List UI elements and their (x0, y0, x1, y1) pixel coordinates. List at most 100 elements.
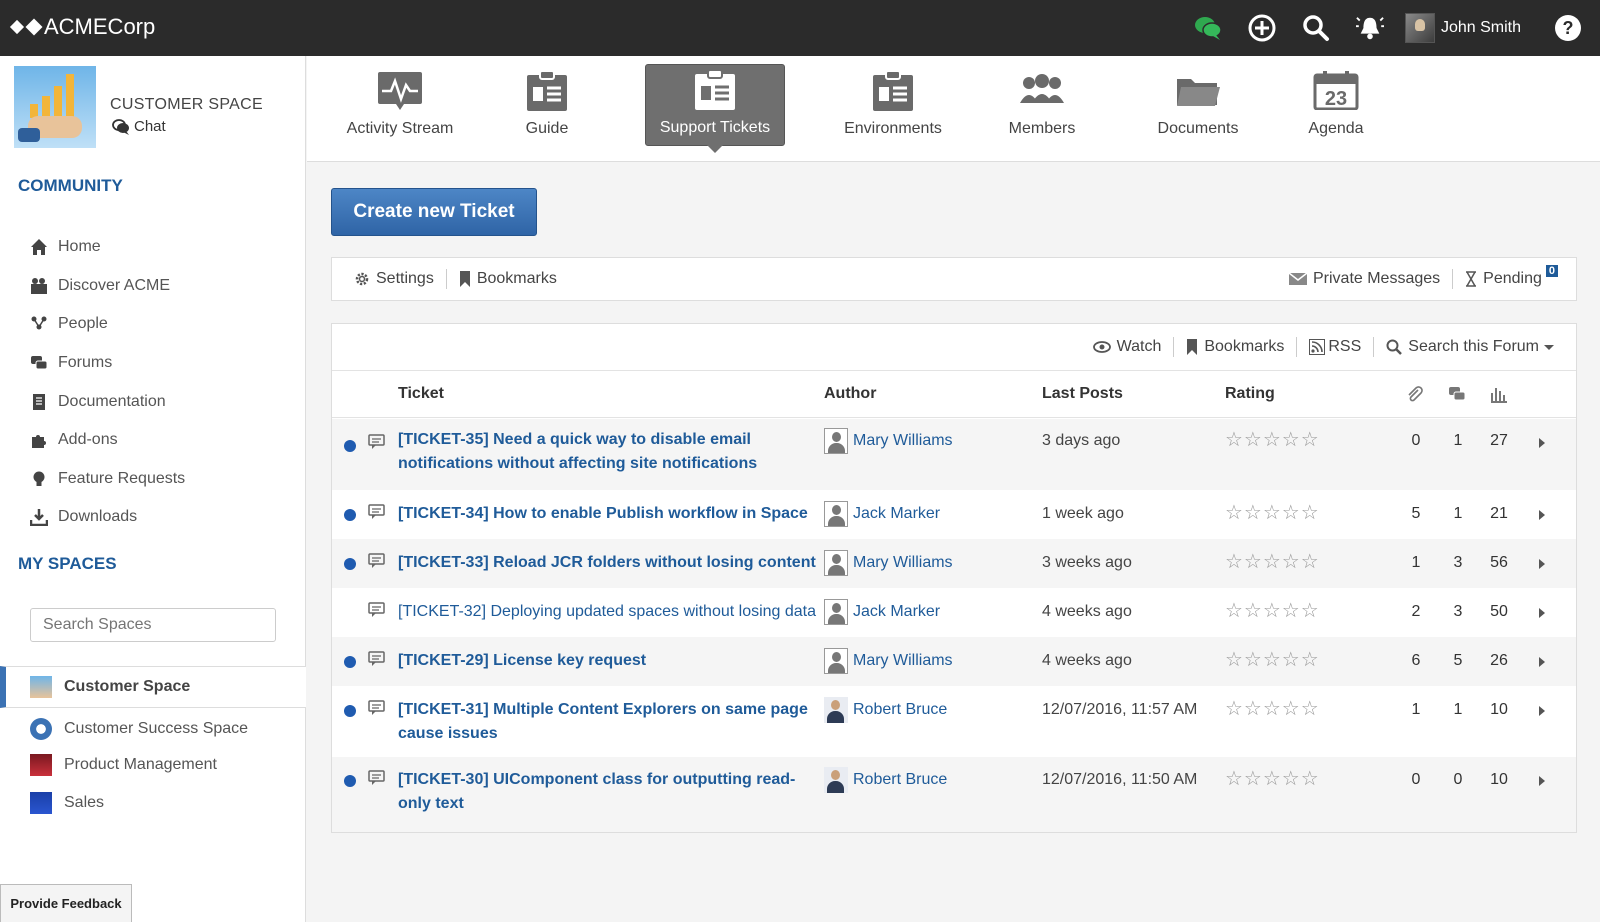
author-link[interactable]: Mary Williams (824, 428, 953, 454)
author-link[interactable]: Jack Marker (824, 599, 940, 625)
author-avatar (824, 501, 848, 527)
add-icon[interactable] (1248, 14, 1276, 42)
ticket-link[interactable]: [TICKET-31] Multiple Content Explorers o… (398, 698, 818, 746)
chevron-right-icon[interactable] (1539, 559, 1545, 569)
column-header-author[interactable]: Author (824, 385, 876, 403)
last-post-time: 3 days ago (1042, 432, 1121, 449)
chevron-right-icon[interactable] (1539, 776, 1545, 786)
ticket-link[interactable]: [TICKET-29] License key request (398, 649, 818, 673)
rating-stars[interactable]: ☆☆☆☆☆ (1225, 647, 1320, 672)
community-title: COMMUNITY (18, 176, 123, 195)
space-item-sales[interactable]: Sales (0, 782, 306, 824)
author-link[interactable]: Jack Marker (824, 501, 940, 527)
download-icon (30, 508, 48, 527)
space-chat-link[interactable]: Chat (112, 118, 166, 135)
watch-button[interactable]: Watch (1081, 338, 1174, 356)
tab-support-tickets[interactable]: Support Tickets (645, 64, 785, 153)
eye-icon (1092, 341, 1111, 353)
sidebar-item-forums[interactable]: Forums (30, 344, 185, 383)
ticket-link[interactable]: [TICKET-34] How to enable Publish workfl… (398, 502, 818, 526)
brand-logo[interactable]: ACMECorp (9, 14, 155, 40)
create-new-ticket-button[interactable]: Create new Ticket (331, 188, 537, 236)
sidebar-item-documentation[interactable]: Documentation (30, 382, 185, 421)
sidebar-item-feature-requests[interactable]: Feature Requests (30, 460, 185, 499)
search-icon[interactable] (1302, 14, 1330, 42)
sidebar-item-people[interactable]: People (30, 305, 185, 344)
rating-stars[interactable]: ☆☆☆☆☆ (1225, 598, 1320, 623)
tab-guide[interactable]: Guide (497, 64, 597, 146)
forum-bookmarks-button[interactable]: Bookmarks (1174, 338, 1296, 356)
space-item-product-management[interactable]: Product Management (0, 744, 306, 786)
private-messages-button[interactable]: Private Messages (1277, 270, 1452, 288)
bookmark-icon (459, 271, 471, 287)
chevron-right-icon[interactable] (1539, 657, 1545, 667)
author-link[interactable]: Robert Bruce (824, 767, 947, 793)
table-row[interactable]: [TICKET-29] License key request Mary Wil… (332, 637, 1576, 686)
ticket-link[interactable]: [TICKET-30] UIComponent class for output… (398, 768, 818, 816)
space-item-customer-space[interactable]: Customer Space (0, 666, 306, 708)
ticket-link[interactable]: [TICKET-35] Need a quick way to disable … (398, 428, 818, 476)
table-row[interactable]: [TICKET-35] Need a quick way to disable … (332, 419, 1576, 490)
search-forum-dropdown[interactable]: Search this Forum (1374, 338, 1566, 356)
tab-environments[interactable]: Environments (825, 64, 961, 146)
rating-stars[interactable]: ☆☆☆☆☆ (1225, 766, 1320, 791)
sidebar-item-add-ons[interactable]: Add-ons (30, 421, 185, 460)
ticket-link[interactable]: [TICKET-33] Reload JCR folders without l… (398, 551, 818, 575)
user-menu[interactable]: John Smith (1404, 13, 1521, 43)
bookmarks-button[interactable]: Bookmarks (447, 270, 569, 288)
views-chart-icon[interactable] (1490, 385, 1508, 408)
unread-indicator (344, 440, 356, 452)
chevron-right-icon[interactable] (1539, 706, 1545, 716)
provide-feedback-button[interactable]: Provide Feedback (0, 884, 132, 922)
views-count: 27 (1490, 432, 1508, 449)
sidebar-item-home[interactable]: Home (30, 228, 185, 267)
chevron-right-icon[interactable] (1539, 438, 1545, 448)
settings-button[interactable]: Settings (332, 270, 446, 288)
space-logo[interactable] (14, 66, 96, 148)
column-header-last-posts[interactable]: Last Posts (1042, 385, 1123, 403)
table-row[interactable]: [TICKET-30] UIComponent class for output… (332, 757, 1576, 832)
last-post-time: 4 weeks ago (1042, 603, 1132, 620)
rating-stars[interactable]: ☆☆☆☆☆ (1225, 427, 1320, 452)
help-icon[interactable]: ? (1554, 14, 1582, 42)
ticket-link[interactable]: [TICKET-32] Deploying updated spaces wit… (398, 600, 818, 624)
rating-stars[interactable]: ☆☆☆☆☆ (1225, 549, 1320, 574)
column-header-rating[interactable]: Rating (1225, 385, 1275, 403)
chat-label: Chat (134, 118, 166, 135)
tab-agenda[interactable]: 23 Agenda (1291, 64, 1381, 146)
topic-icon (368, 770, 386, 791)
sidebar-item-downloads[interactable]: Downloads (30, 498, 185, 537)
chevron-right-icon[interactable] (1539, 608, 1545, 618)
table-row[interactable]: [TICKET-34] How to enable Publish workfl… (332, 490, 1576, 539)
rss-button[interactable]: RSS (1297, 338, 1373, 356)
tab-members[interactable]: Members (992, 64, 1092, 146)
calendar-day: 23 (1324, 87, 1348, 110)
chat-bubble-icon (112, 118, 130, 135)
column-header-ticket[interactable]: Ticket (398, 385, 444, 403)
space-item-label: Customer Space (64, 678, 191, 695)
tab-activity-stream[interactable]: Activity Stream (335, 64, 465, 146)
sidebar-item-discover-acme[interactable]: Discover ACME (30, 267, 185, 306)
table-row[interactable]: [TICKET-31] Multiple Content Explorers o… (332, 686, 1576, 757)
author-link[interactable]: Mary Williams (824, 648, 953, 674)
chat-icon[interactable] (1194, 14, 1222, 42)
attachment-icon[interactable] (1406, 385, 1424, 408)
sidebar-item-label: Forums (58, 354, 113, 372)
chevron-right-icon[interactable] (1539, 510, 1545, 520)
tab-documents[interactable]: Documents (1143, 64, 1253, 146)
attachments-count: 0 (1411, 432, 1421, 449)
user-name: John Smith (1440, 19, 1521, 36)
notifications-bell-icon[interactable] (1355, 14, 1384, 42)
replies-count: 1 (1453, 432, 1463, 449)
tab-label: Activity Stream (346, 120, 454, 137)
guide-icon (524, 70, 570, 112)
pending-button[interactable]: Pending 0 (1453, 265, 1576, 288)
author-link[interactable]: Robert Bruce (824, 697, 947, 723)
author-link[interactable]: Mary Williams (824, 550, 953, 576)
rating-stars[interactable]: ☆☆☆☆☆ (1225, 500, 1320, 525)
rating-stars[interactable]: ☆☆☆☆☆ (1225, 696, 1320, 721)
replies-icon[interactable] (1448, 385, 1466, 408)
table-row[interactable]: [TICKET-32] Deploying updated spaces wit… (332, 588, 1576, 637)
table-row[interactable]: [TICKET-33] Reload JCR folders without l… (332, 539, 1576, 588)
search-spaces-input[interactable] (30, 608, 276, 642)
